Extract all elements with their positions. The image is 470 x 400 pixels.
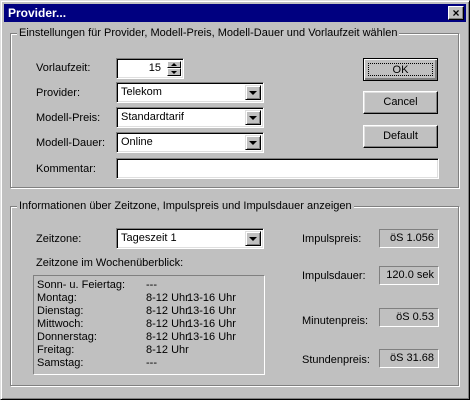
cancel-button[interactable]: Cancel [363,91,438,114]
settings-groupbox: Einstellungen für Provider, Modell-Preis… [10,26,459,188]
ok-label: OK [392,64,409,76]
week-time-2: 13-16 Uhr [187,292,236,304]
week-day: Donnerstag: [37,331,97,343]
week-overview-box: Sonn- u. Feiertag: --- Montag: 8-12 Uhr … [33,275,265,375]
modelldauer-value: Online [121,136,153,148]
modellpreis-label: Modell-Preis: [36,112,101,124]
week-time-1: 8-12 Uhr [146,344,189,356]
spin-buttons [167,61,181,76]
week-day: Dienstag: [37,305,84,317]
week-time-2: 13-16 Uhr [187,318,236,330]
ok-button[interactable]: OK [363,58,438,81]
impulsdauer-label: Impulsdauer: [302,270,366,282]
zeitzone-value: Tageszeit 1 [121,232,177,244]
arrow-down-icon [171,71,177,74]
arrow-up-icon [171,63,177,66]
week-time-1: 8-12 Uhr [146,292,189,304]
modelldauer-label: Modell-Dauer: [36,137,106,149]
modelldauer-dropdown-button[interactable] [245,135,261,150]
provider-dropdown-button[interactable] [245,85,261,100]
week-day: Montag: [37,292,77,304]
settings-group-label: Einstellungen für Provider, Modell-Preis… [17,26,400,40]
modelldauer-select[interactable]: Online [116,132,264,153]
kommentar-input[interactable] [116,158,439,179]
ok-focus-rect: OK [368,63,433,76]
zeitzone-dropdown-button[interactable] [245,231,261,246]
vorlaufzeit-value: 15 [148,62,161,74]
default-button[interactable]: Default [363,125,438,148]
week-time-2: 13-16 Uhr [187,331,236,343]
vorlaufzeit-label: Vorlaufzeit: [36,62,91,74]
week-time-2: 13-16 Uhr [187,305,236,317]
spin-down-button[interactable] [167,68,181,76]
week-day: Samstag: [37,357,84,369]
window-title: Provider... [8,6,67,20]
close-icon: × [452,6,460,20]
info-groupbox: Informationen über Zeitzone, Impulspreis… [10,199,459,386]
minutenpreis-value: öS 0.53 [379,308,439,327]
week-day: Mittwoch: [37,318,84,330]
provider-value: Telekom [121,86,162,98]
vorlaufzeit-spinner[interactable]: 15 [116,58,184,79]
impulspreis-label: Impulspreis: [302,233,362,245]
default-label: Default [383,130,418,142]
provider-label: Provider: [36,87,81,99]
impulsdauer-value: 120.0 sek [379,266,439,285]
info-group-label: Informationen über Zeitzone, Impulspreis… [17,199,354,213]
week-time-1: 8-12 Uhr [146,331,189,343]
close-button[interactable]: × [448,6,464,20]
week-time-1: 8-12 Uhr [146,318,189,330]
week-overview-label: Zeitzone im Wochenüberblick: [36,257,184,269]
chevron-down-icon [249,116,257,120]
modellpreis-value: Standardtarif [121,111,184,123]
kommentar-label: Kommentar: [36,163,96,175]
week-time-1: 8-12 Uhr [146,305,189,317]
week-time-1: --- [146,357,157,369]
provider-select[interactable]: Telekom [116,82,264,103]
chevron-down-icon [249,91,257,95]
week-day: Freitag: [37,344,75,356]
zeitzone-label: Zeitzone: [36,233,82,245]
week-day: Sonn- u. Feiertag: [37,279,126,291]
stundenpreis-label: Stundenpreis: [302,354,370,366]
modellpreis-dropdown-button[interactable] [245,110,261,125]
provider-dialog: Provider... × Einstellungen für Provider… [0,0,470,400]
impulspreis-value: öS 1.056 [379,229,439,248]
chevron-down-icon [249,237,257,241]
zeitzone-select[interactable]: Tageszeit 1 [116,228,264,249]
minutenpreis-label: Minutenpreis: [302,315,369,327]
chevron-down-icon [249,141,257,145]
spin-up-button[interactable] [167,61,181,68]
week-time-1: --- [146,279,157,291]
cancel-label: Cancel [383,96,418,108]
title-bar[interactable]: Provider... × [4,4,466,22]
stundenpreis-value: öS 31.68 [379,349,439,368]
modellpreis-select[interactable]: Standardtarif [116,107,264,128]
